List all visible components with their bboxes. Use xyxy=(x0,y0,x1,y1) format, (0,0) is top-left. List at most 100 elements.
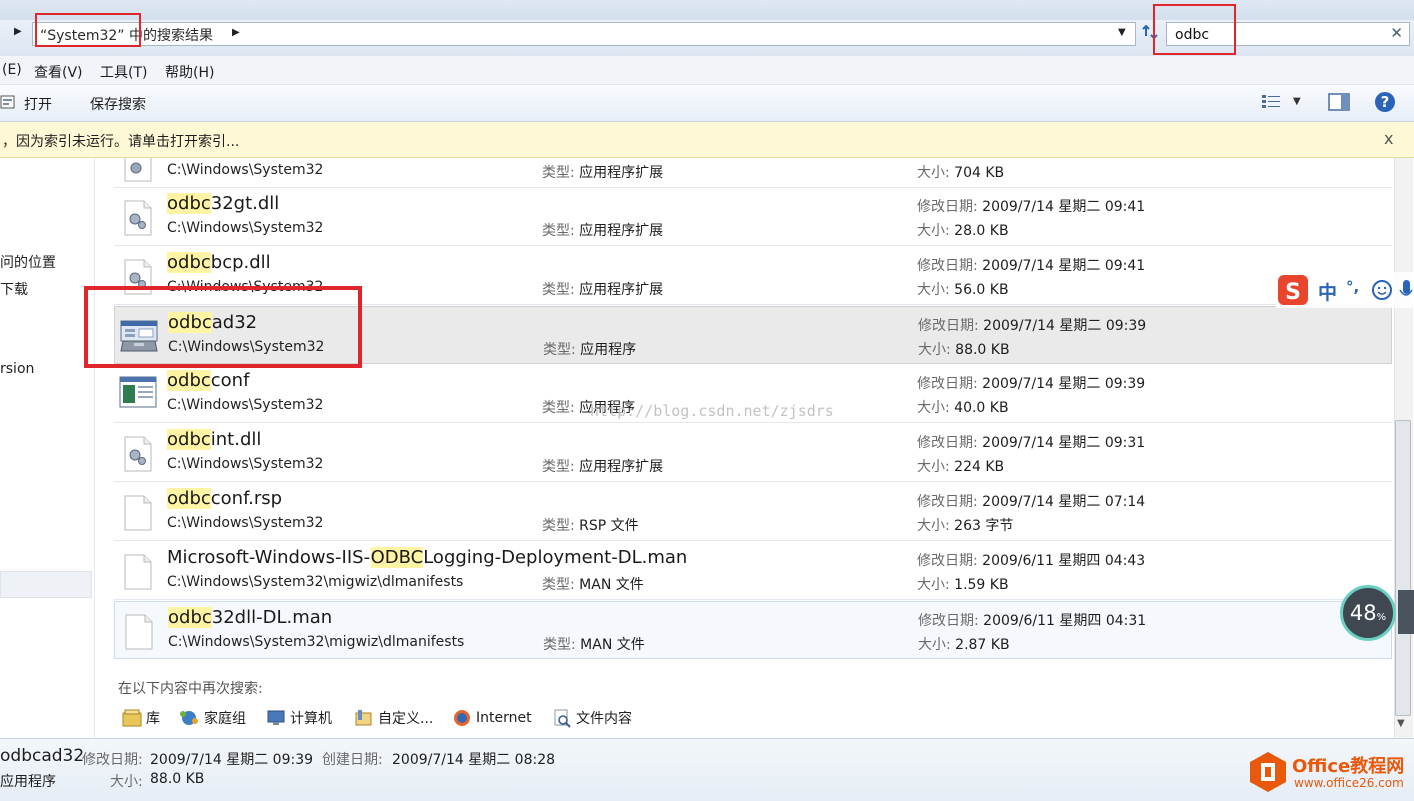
search-again-internet-label: Internet xyxy=(476,710,532,726)
modified-label: 修改日期: xyxy=(917,199,978,215)
search-again-file-contents-label: 文件内容 xyxy=(576,711,632,727)
result-modified: 2009/7/14 星期二 09:41 xyxy=(982,258,1146,274)
ime-toolbar[interactable]: S 中 °, xyxy=(1276,272,1414,308)
type-label: 类型: xyxy=(542,459,575,475)
size-label: 大小: xyxy=(918,342,951,358)
scroll-down-icon[interactable]: ▼ xyxy=(1397,718,1405,729)
search-again-libraries-label: 库 xyxy=(146,711,160,727)
details-file-type: 应用程序 xyxy=(0,774,56,790)
search-again-homegroup[interactable]: 家庭组 xyxy=(178,707,246,729)
generic-file-icon xyxy=(124,495,152,531)
result-modified: 2009/7/14 星期二 09:41 xyxy=(982,199,1146,215)
type-label: 类型: xyxy=(543,342,576,358)
type-label: 类型: xyxy=(542,577,575,593)
nav-item-recent-places[interactable]: 问的位置 xyxy=(0,252,56,272)
type-label: 类型: xyxy=(542,282,575,298)
type-label: 类型: xyxy=(542,400,575,416)
speed-widget-tab[interactable] xyxy=(1398,590,1414,634)
memory-usage-unit: % xyxy=(1376,612,1387,623)
result-path: C:\Windows\System32\migwiz\dlmanifests xyxy=(167,574,464,590)
logo-url-text: www.office26.com xyxy=(1294,776,1404,790)
result-row[interactable]: odbcint.dll C:\Windows\System32 类型: 应用程序… xyxy=(114,424,1392,482)
app-window-icon xyxy=(119,376,157,408)
logo-brand-text: Office教程网 xyxy=(1292,756,1405,777)
search-again-computer[interactable]: 计算机 xyxy=(266,707,332,729)
browser-icon xyxy=(454,710,470,726)
search-again-custom[interactable]: 自定义... xyxy=(354,707,433,729)
result-name: Logging-Deployment-DL.man xyxy=(423,547,688,568)
result-name-match: odbc xyxy=(167,193,211,214)
menu-view[interactable]: 查看(V) xyxy=(34,62,83,82)
preview-pane-icon[interactable] xyxy=(1328,92,1350,112)
ime-punctuation-indicator[interactable]: °, xyxy=(1346,278,1359,296)
modified-label: 修改日期: xyxy=(917,553,978,569)
breadcrumb-chevron-icon[interactable]: ▶ xyxy=(232,27,240,38)
search-again-libraries[interactable]: 库 xyxy=(122,707,160,729)
nav-item-downloads[interactable]: 下载 xyxy=(0,279,28,299)
result-size: 88.0 KB xyxy=(955,342,1010,358)
result-type: 应用程序扩展 xyxy=(579,165,664,181)
result-row[interactable]: C:\Windows\System32 类型: 应用程序扩展 大小: 704 K… xyxy=(114,158,1392,188)
details-file-name: odbcad32 xyxy=(0,746,85,766)
ime-language-indicator[interactable]: 中 xyxy=(1318,278,1337,305)
result-row[interactable]: odbcconf.rsp C:\Windows\System32 类型: RSP… xyxy=(114,483,1392,541)
result-modified: 2009/7/14 星期二 09:31 xyxy=(982,435,1146,451)
open-button[interactable]: 打开 xyxy=(24,94,52,114)
scrollbar-thumb[interactable] xyxy=(1395,420,1411,716)
view-dropdown-icon[interactable]: ▼ xyxy=(1293,96,1301,107)
result-type: MAN 文件 xyxy=(579,577,644,593)
result-row[interactable]: odbc32gt.dll C:\Windows\System32 类型: 应用程… xyxy=(114,188,1392,246)
result-path: C:\Windows\System32\migwiz\dlmanifests xyxy=(168,634,465,650)
result-size: 40.0 KB xyxy=(954,400,1009,416)
result-name-match: ODBC xyxy=(370,547,424,568)
nav-chevron-icon[interactable]: ▶ xyxy=(14,26,22,37)
result-size: 28.0 KB xyxy=(954,223,1009,239)
address-dropdown-icon[interactable]: ▼ xyxy=(1118,27,1126,38)
svg-text:S: S xyxy=(1285,280,1301,305)
result-row-hover[interactable]: odbc32dll-DL.man C:\Windows\System32\mig… xyxy=(114,601,1392,659)
search-again-file-contents[interactable]: 文件内容 xyxy=(552,707,632,729)
details-size-label: 大小: xyxy=(110,774,143,790)
nav-item-version[interactable]: rsion xyxy=(0,361,34,377)
save-search-button[interactable]: 保存搜索 xyxy=(90,94,146,114)
result-modified: 2009/7/14 星期二 09:39 xyxy=(983,318,1147,334)
type-label: 类型: xyxy=(543,637,576,653)
library-icon xyxy=(122,709,142,727)
result-path: C:\Windows\System32 xyxy=(167,515,324,531)
result-modified: 2009/6/11 星期四 04:43 xyxy=(982,553,1146,569)
size-label: 大小: xyxy=(917,165,950,181)
modified-label: 修改日期: xyxy=(918,613,979,629)
result-type: MAN 文件 xyxy=(580,637,645,653)
search-again-label: 在以下内容中再次搜索: xyxy=(118,681,263,697)
dll-file-icon xyxy=(124,436,152,472)
menu-edit[interactable]: (E) xyxy=(2,62,22,78)
result-row[interactable]: Microsoft-Windows-IIS-ODBCLogging-Deploy… xyxy=(114,542,1392,600)
view-options-icon[interactable] xyxy=(1261,93,1281,111)
menu-tools[interactable]: 工具(T) xyxy=(100,62,147,82)
result-type: 应用程序 xyxy=(580,342,637,358)
generic-file-icon xyxy=(124,554,152,590)
memory-usage-meter[interactable]: 48% xyxy=(1340,585,1396,641)
dll-file-icon xyxy=(124,200,152,236)
annotation-box-search xyxy=(1153,4,1236,55)
details-modified-label: 修改日期: xyxy=(82,752,143,768)
result-path: C:\Windows\System32 xyxy=(167,220,324,236)
result-type: 应用程序扩展 xyxy=(579,459,664,475)
result-name: conf.rsp xyxy=(210,488,283,509)
clear-search-icon[interactable]: ✕ xyxy=(1390,24,1403,42)
result-name: 32dll-DL.man xyxy=(211,607,333,628)
help-icon[interactable]: ? xyxy=(1374,91,1396,113)
info-bar-message[interactable]: ，因为索引未运行。请单击打开索引... xyxy=(2,131,239,151)
result-name: conf xyxy=(210,370,250,391)
details-modified-value: 2009/7/14 星期二 09:39 xyxy=(150,752,314,768)
menu-help[interactable]: 帮助(H) xyxy=(165,62,214,82)
search-again-internet[interactable]: Internet xyxy=(452,707,532,729)
svg-text:?: ? xyxy=(1381,93,1390,111)
size-label: 大小: xyxy=(917,459,950,475)
nav-item-selected[interactable] xyxy=(0,571,92,598)
result-name-match: odbc xyxy=(167,370,211,391)
size-label: 大小: xyxy=(917,518,950,534)
info-bar-close-icon[interactable]: x xyxy=(1384,129,1393,148)
search-again-homegroup-label: 家庭组 xyxy=(204,711,246,727)
result-name: bcp.dll xyxy=(210,252,271,273)
